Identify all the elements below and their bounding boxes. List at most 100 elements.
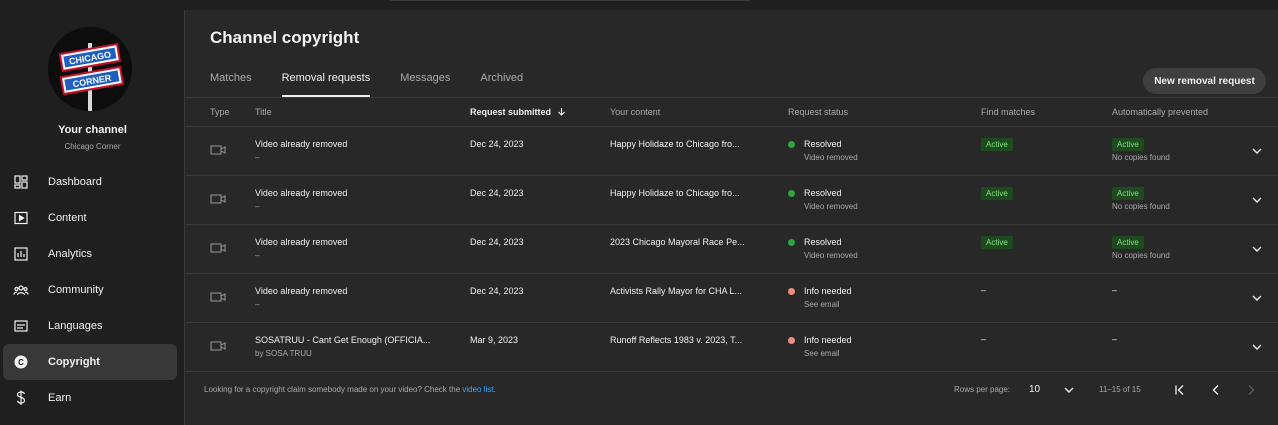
status-dot xyxy=(788,239,795,246)
row-status: Info needed xyxy=(804,335,852,345)
row-subtitle: – xyxy=(255,251,260,260)
status-badge: Active xyxy=(1112,187,1144,200)
removal-requests-table: Type Title Request submitted Your conten… xyxy=(186,97,1278,409)
row-title: Video already removed xyxy=(255,188,348,198)
chevron-down-icon[interactable] xyxy=(1250,291,1264,307)
table-row[interactable]: Video already removed – Dec 24, 2023 2023 C… xyxy=(186,225,1278,274)
row-date: Dec 24, 2023 xyxy=(470,188,524,198)
sidebar: CHICAGO CORNER Your channel Chicago Corn… xyxy=(0,10,185,425)
status-dot xyxy=(788,288,795,295)
chevron-down-icon[interactable] xyxy=(1250,340,1264,356)
sidebar-item-label: Dashboard xyxy=(48,176,102,188)
row-status: Resolved xyxy=(804,139,842,149)
status-badge: Active xyxy=(1112,138,1144,151)
table-row[interactable]: Video already removed – Dec 24, 2023 Activi… xyxy=(186,274,1278,323)
sidebar-item-label: Languages xyxy=(48,320,103,332)
first-page-icon[interactable] xyxy=(1173,383,1187,399)
earn-icon xyxy=(13,390,29,406)
find-matches-value: – xyxy=(981,285,987,295)
row-date: Mar 9, 2023 xyxy=(470,335,519,345)
row-content[interactable]: Happy Holidaze to Chicago fro... xyxy=(610,188,755,198)
header-your-content: Your content xyxy=(610,107,661,117)
sidebar-item-label: Earn xyxy=(48,392,72,404)
status-badge: Active xyxy=(981,138,1013,151)
row-content[interactable]: Happy Holidaze to Chicago fro... xyxy=(610,139,755,149)
find-matches-badge: Active xyxy=(981,187,1013,200)
video-list-link[interactable]: video list xyxy=(462,385,493,394)
sidebar-item-analytics[interactable]: Analytics xyxy=(0,236,185,272)
row-status-detail: See email xyxy=(804,349,840,358)
auto-prevented-value: – xyxy=(1112,285,1118,295)
rows-per-page-select[interactable]: 10 xyxy=(1029,384,1040,395)
sidebar-item-label: Copyright xyxy=(48,356,100,368)
status-badge: Active xyxy=(981,236,1013,249)
sidebar-item-label: Analytics xyxy=(48,248,93,260)
sidebar-item-languages[interactable]: Languages xyxy=(0,308,185,344)
auto-prevented-badge: Active xyxy=(1112,187,1144,200)
status-badge: Active xyxy=(981,187,1013,200)
tab-messages[interactable]: Messages xyxy=(400,60,450,97)
auto-prevented-badge: Active xyxy=(1112,236,1144,249)
video-icon xyxy=(210,193,226,207)
tab-bar: Matches Removal requests Messages Archiv… xyxy=(210,60,553,98)
row-status: Info needed xyxy=(804,286,852,296)
row-subtitle: – xyxy=(255,202,260,211)
header-request-submitted[interactable]: Request submitted xyxy=(470,107,566,117)
video-icon xyxy=(210,340,226,354)
avatar-image: CHICAGO CORNER xyxy=(48,27,132,111)
row-date: Dec 24, 2023 xyxy=(470,286,524,296)
header-request-submitted-label: Request submitted xyxy=(470,107,552,117)
sidebar-item-content[interactable]: Content xyxy=(0,200,185,236)
chevron-down-icon[interactable] xyxy=(1250,242,1264,258)
header-find-matches: Find matches xyxy=(981,107,1036,117)
row-date: Dec 24, 2023 xyxy=(470,237,524,247)
row-status-detail: Video removed xyxy=(804,202,858,211)
row-content[interactable]: 2023 Chicago Mayoral Race Pe... xyxy=(610,237,755,247)
next-page-icon xyxy=(1244,383,1258,399)
status-dot xyxy=(788,337,795,344)
chevron-down-icon[interactable] xyxy=(1250,144,1264,160)
header-request-status: Request status xyxy=(788,107,849,117)
table-row[interactable]: Video already removed – Dec 24, 2023 Happy … xyxy=(186,127,1278,176)
chevron-down-icon[interactable] xyxy=(1250,193,1264,209)
channel-avatar[interactable]: CHICAGO CORNER xyxy=(48,27,132,111)
table-row[interactable]: SOSATRUU - Cant Get Enough (OFFICIA... by… xyxy=(186,323,1278,372)
sidebar-item-copyright[interactable]: C Copyright xyxy=(3,344,177,380)
top-bar-divider xyxy=(390,0,750,1)
find-matches-value: – xyxy=(981,334,987,344)
tab-removal-requests[interactable]: Removal requests xyxy=(281,60,370,97)
row-title: Video already removed xyxy=(255,286,348,296)
find-matches-badge: Active xyxy=(981,236,1013,249)
previous-page-icon[interactable] xyxy=(1209,383,1223,399)
table-row[interactable]: Video already removed – Dec 24, 2023 Happy … xyxy=(186,176,1278,225)
row-subtitle: – xyxy=(255,300,260,309)
header-title: Title xyxy=(255,107,272,117)
row-content[interactable]: Activists Rally Mayor for CHA L... xyxy=(610,286,755,296)
row-content[interactable]: Runoff Reflects 1983 v. 2023, T... xyxy=(610,335,755,345)
auto-prevented-detail: No copies found xyxy=(1112,153,1170,162)
sidebar-item-earn[interactable]: Earn xyxy=(0,380,185,416)
chevron-down-icon[interactable] xyxy=(1062,383,1076,399)
table-body: Video already removed – Dec 24, 2023 Happy … xyxy=(186,127,1278,372)
copyright-icon: C xyxy=(13,354,29,370)
channel-label: Your channel xyxy=(58,124,127,136)
auto-prevented-value: – xyxy=(1112,334,1118,344)
sidebar-item-dashboard[interactable]: Dashboard xyxy=(0,164,185,200)
languages-icon xyxy=(13,318,29,334)
find-matches-badge: Active xyxy=(981,138,1013,151)
header-type: Type xyxy=(210,107,230,117)
svg-text:C: C xyxy=(18,358,24,367)
top-bar xyxy=(0,0,1278,10)
video-icon xyxy=(210,144,226,158)
analytics-icon xyxy=(13,246,29,262)
auto-prevented-detail: No copies found xyxy=(1112,202,1170,211)
tab-matches[interactable]: Matches xyxy=(210,60,252,97)
tab-archived[interactable]: Archived xyxy=(480,60,523,97)
row-status-detail: Video removed xyxy=(804,251,858,260)
new-removal-request-button[interactable]: New removal request xyxy=(1143,68,1266,94)
sidebar-item-community[interactable]: Community xyxy=(0,272,185,308)
row-date: Dec 24, 2023 xyxy=(470,139,524,149)
page-title: Channel copyright xyxy=(210,28,360,47)
sidebar-item-label: Community xyxy=(48,284,104,296)
footer-hint: Looking for a copyright claim somebody m… xyxy=(204,385,496,394)
